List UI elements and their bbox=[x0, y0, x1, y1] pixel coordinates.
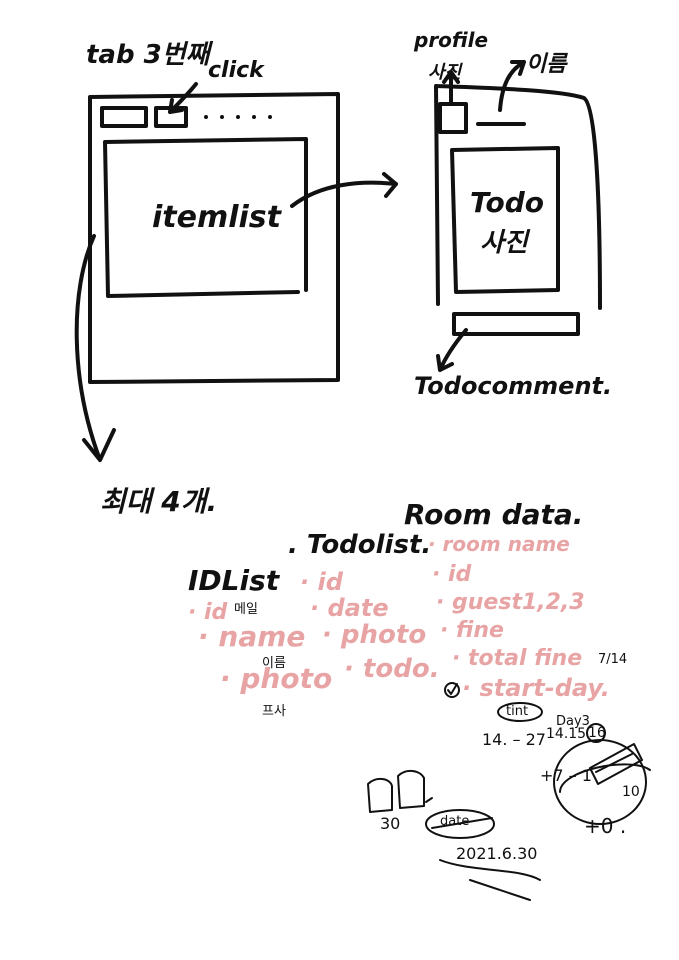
click-label: click bbox=[208, 58, 264, 83]
todolist-item-date: · date bbox=[310, 594, 389, 622]
todolist-item-photo: · photo bbox=[322, 620, 427, 650]
todolist-title: . Todolist. bbox=[288, 530, 432, 560]
todo-comment-label: Todocomment. bbox=[414, 372, 613, 400]
name-arrow bbox=[498, 60, 526, 112]
signature-scribble bbox=[439, 859, 541, 901]
card-doodle-2 bbox=[397, 770, 425, 809]
itemlist-label: itemlist bbox=[152, 200, 281, 235]
roomdata-title: Room data. bbox=[404, 498, 584, 531]
bottom-right-note: +0 . bbox=[584, 814, 627, 838]
roomdata-item-total-fine: · total fine bbox=[452, 646, 583, 671]
idlist-note-profile-pic: 프사 bbox=[262, 704, 286, 719]
thirty-note: 30 bbox=[380, 814, 401, 833]
start-day-note: 7/14 bbox=[598, 652, 628, 667]
todo-label: Todo bbox=[470, 186, 545, 219]
tint-note: tint bbox=[506, 704, 529, 719]
tab-title: tab 3번째 bbox=[86, 40, 210, 70]
roomdata-item-id: · id bbox=[432, 562, 472, 587]
idlist-item-name: · name bbox=[198, 620, 306, 653]
idlist-note-mail: 메일 bbox=[234, 602, 258, 617]
max-four-note: 최대 4개. bbox=[100, 485, 218, 518]
tick-near-cards bbox=[425, 797, 433, 803]
roomdata-item-fine: · fine bbox=[440, 618, 504, 643]
start-day-check bbox=[447, 683, 458, 695]
name-label: 이름 bbox=[526, 52, 567, 77]
todolist-item-id: · id bbox=[300, 568, 343, 596]
date-value: 2021.6.30 bbox=[456, 844, 538, 863]
profile-photo-box bbox=[438, 102, 468, 134]
date-word: date bbox=[440, 814, 470, 829]
todolist-item-todo: · todo. bbox=[344, 654, 440, 684]
todo-photo-box bbox=[450, 146, 560, 294]
card-doodle-1 bbox=[367, 778, 393, 813]
todo-photo-label: 사진 bbox=[480, 228, 528, 258]
idlist-title: IDList bbox=[188, 564, 280, 597]
ten-note: 10 bbox=[622, 784, 640, 800]
number-note-1: 14. – 27 bbox=[482, 730, 546, 749]
tab-dots bbox=[204, 115, 272, 119]
number-note-2: 14.15 bbox=[546, 726, 587, 742]
tab-1 bbox=[100, 106, 148, 128]
circled-number: 16 bbox=[588, 725, 606, 741]
roomdata-item-start-day: · start-day. bbox=[462, 674, 610, 702]
todo-comment-box bbox=[452, 312, 580, 336]
roomdata-item-room-name: · room name bbox=[428, 532, 570, 556]
roomdata-item-guests: · guest1,2,3 bbox=[436, 590, 585, 615]
profile-label: profile bbox=[414, 28, 489, 52]
idlist-item-photo: · photo bbox=[220, 662, 333, 695]
minus-note: +7 – 1 bbox=[540, 766, 592, 785]
comment-arrow bbox=[436, 328, 468, 372]
profile-photo-label: 사진 bbox=[428, 62, 462, 83]
